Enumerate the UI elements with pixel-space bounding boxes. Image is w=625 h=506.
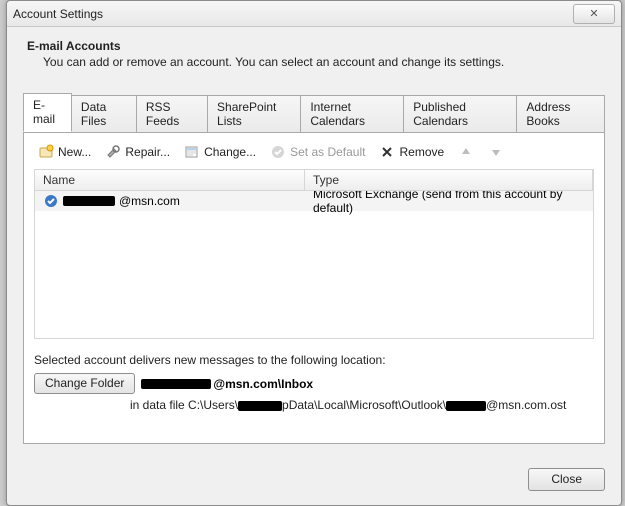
arrow-up-icon [458, 144, 474, 160]
titlebar: Account Settings ✕ [7, 1, 621, 27]
redacted-text [141, 379, 211, 389]
arrow-down-icon [488, 144, 504, 160]
tab-data-files[interactable]: Data Files [72, 95, 137, 133]
close-button[interactable]: Close [528, 468, 605, 491]
tab-label: Internet Calendars [310, 100, 365, 128]
account-type-cell: Microsoft Exchange (send from this accou… [305, 191, 593, 215]
tab-panel-email: New... Repair... Change... [23, 132, 605, 444]
data-file-path: in data file C:\Users\pData\Local\Micros… [130, 398, 594, 412]
repair-label: Repair... [125, 145, 170, 159]
tab-strip: E-mail Data Files RSS Feeds SharePoint L… [23, 93, 605, 132]
folder-path: @msn.com\Inbox [141, 377, 313, 391]
remove-label: Remove [399, 145, 444, 159]
repair-button[interactable]: Repair... [103, 143, 172, 161]
header-block: E-mail Accounts You can add or remove an… [23, 35, 605, 79]
move-up-button [456, 143, 476, 161]
redacted-text [446, 401, 486, 411]
change-button[interactable]: Change... [182, 143, 258, 161]
tab-label: Data Files [81, 100, 106, 128]
tab-rss-feeds[interactable]: RSS Feeds [137, 95, 208, 133]
repair-icon [105, 144, 121, 160]
default-account-icon [43, 193, 59, 209]
account-toolbar: New... Repair... Change... [34, 143, 594, 169]
move-down-button [486, 143, 506, 161]
new-icon [38, 144, 54, 160]
remove-icon [379, 144, 395, 160]
remove-button[interactable]: Remove [377, 143, 446, 161]
new-label: New... [58, 145, 91, 159]
col-type[interactable]: Type [305, 170, 593, 190]
delivery-text: Selected account delivers new messages t… [34, 353, 594, 367]
tab-label: SharePoint Lists [217, 100, 276, 128]
change-icon [184, 144, 200, 160]
check-icon [270, 144, 286, 160]
col-name[interactable]: Name [35, 170, 305, 190]
dialog-footer: Close [528, 468, 605, 491]
tab-published-cal[interactable]: Published Calendars [404, 95, 517, 133]
set-default-button: Set as Default [268, 143, 367, 161]
tab-internet-cal[interactable]: Internet Calendars [301, 95, 404, 133]
change-folder-button[interactable]: Change Folder [34, 373, 135, 394]
account-list-header: Name Type [34, 169, 594, 191]
tab-label: Address Books [526, 100, 570, 128]
tab-label: Published Calendars [413, 100, 468, 128]
redacted-text [238, 401, 282, 411]
header-subtitle: You can add or remove an account. You ca… [27, 55, 601, 69]
tab-sharepoint[interactable]: SharePoint Lists [208, 95, 301, 133]
window-title: Account Settings [13, 7, 103, 21]
tab-label: E-mail [33, 98, 55, 126]
tab-label: RSS Feeds [146, 100, 179, 128]
account-settings-dialog: Account Settings ✕ E-mail Accounts You c… [6, 0, 622, 506]
close-icon: ✕ [589, 7, 598, 20]
change-label: Change... [204, 145, 256, 159]
change-folder-label: Change Folder [45, 376, 124, 390]
close-label: Close [551, 472, 582, 486]
window-close-button[interactable]: ✕ [573, 4, 615, 24]
account-list[interactable]: @msn.com Microsoft Exchange (send from t… [34, 191, 594, 339]
account-name-cell: @msn.com [35, 193, 305, 209]
new-button[interactable]: New... [36, 143, 93, 161]
tab-email[interactable]: E-mail [23, 93, 72, 132]
tab-address-books[interactable]: Address Books [517, 95, 605, 133]
table-row[interactable]: @msn.com Microsoft Exchange (send from t… [35, 191, 593, 211]
redacted-text [63, 196, 115, 206]
set-default-label: Set as Default [290, 145, 365, 159]
account-name-suffix: @msn.com [119, 194, 180, 208]
header-title: E-mail Accounts [27, 39, 601, 53]
